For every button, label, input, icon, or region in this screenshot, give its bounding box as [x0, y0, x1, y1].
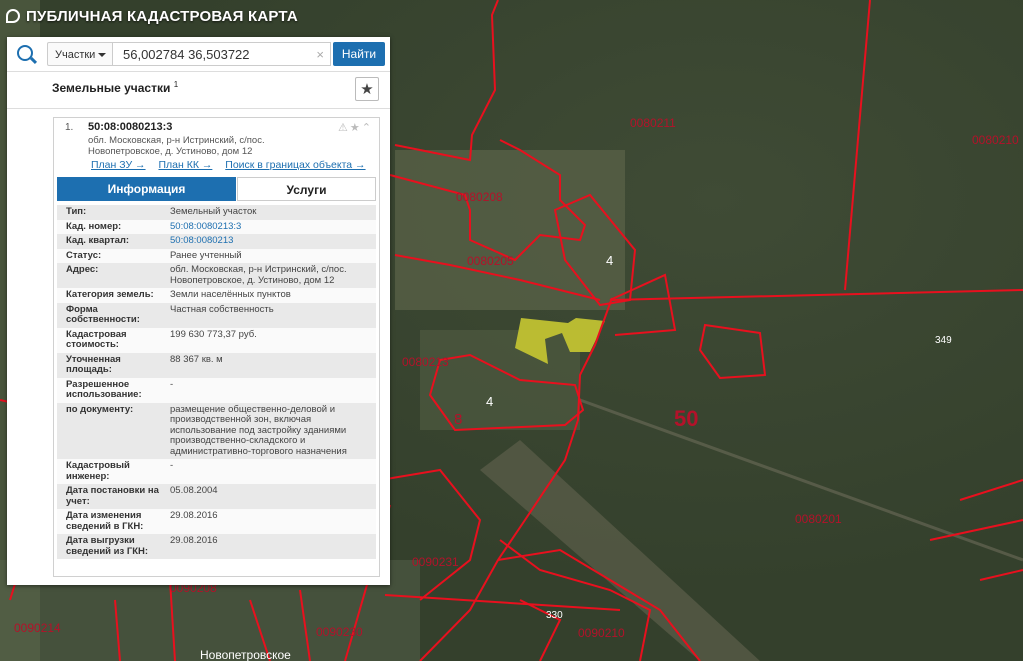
- table-row: Дата постановки на учет: 05.08.2004: [57, 484, 376, 509]
- row-value: 29.08.2016: [170, 510, 218, 521]
- app-title: ПУБЛИЧНАЯ КАДАСТРОВАЯ КАРТА: [26, 7, 298, 25]
- row-key: Дата выгрузки сведений из ГКН:: [66, 535, 149, 557]
- row-key: Кадастровый инженер:: [66, 460, 130, 482]
- card-tabs: Информация Услуги: [57, 177, 376, 203]
- search-bar: Участки 56,002784 36,503722 × Найти: [7, 37, 390, 72]
- logo-icon: [6, 9, 20, 23]
- row-value: размещение общественно-деловой и произво…: [170, 403, 347, 457]
- clear-icon[interactable]: ×: [316, 43, 324, 67]
- parcel-label: 4: [606, 253, 613, 268]
- table-row: Дата выгрузки сведений из ГКН: 29.08.2016: [57, 534, 376, 559]
- card-actions-icons[interactable]: ⚠★⌃: [338, 121, 373, 134]
- parcel-label: 349: [935, 335, 952, 346]
- row-key: Кад. номер:: [66, 220, 122, 232]
- settlement-label: Новопетровское: [200, 648, 291, 661]
- row-key: Адрес:: [66, 264, 99, 275]
- table-row: Уточненная площадь: 88 367 кв. м: [57, 352, 376, 378]
- table-row: Разрешенное использование: -: [57, 377, 376, 403]
- row-value: Земли населённых пунктов: [170, 289, 291, 300]
- plan-kk-link[interactable]: План КК →: [158, 159, 212, 171]
- search-within-link[interactable]: Поиск в границах объекта →: [225, 159, 365, 171]
- search-type-select[interactable]: Участки: [47, 42, 113, 66]
- panel-title-text: Земельные участки: [52, 81, 171, 95]
- favorite-button[interactable]: ★: [355, 77, 379, 101]
- parcel-label: 4: [486, 394, 493, 409]
- row-value: Ранее учтенный: [170, 249, 242, 261]
- table-row: Категория земель: Земли населённых пункто…: [57, 288, 376, 303]
- search-icon[interactable]: [17, 45, 33, 61]
- search-query: 56,002784 36,503722: [123, 47, 250, 62]
- table-row: Форма собственности: Частная собственност…: [57, 302, 376, 328]
- row-key: Разрешенное использование:: [66, 378, 142, 400]
- row-value[interactable]: 50:08:0080213:3: [160, 221, 370, 233]
- district-label: 8: [454, 411, 462, 428]
- quarter-label: 0080210: [972, 133, 1019, 147]
- card-links: План ЗУ → План КК → Поиск в границах объ…: [91, 159, 376, 171]
- quarter-label: 0090210: [578, 626, 625, 640]
- table-row: Кадастровая стоимость: 199 630 773,37 руб…: [57, 327, 376, 353]
- find-button[interactable]: Найти: [333, 42, 385, 66]
- parcel-label: 330: [546, 610, 563, 621]
- row-value: Частная собственность: [170, 303, 274, 315]
- table-row: Дата изменения сведений в ГКН: 29.08.2016: [57, 509, 376, 534]
- card-cad-number[interactable]: 50:08:0080213:3: [88, 121, 172, 133]
- row-value: -: [170, 460, 174, 471]
- table-row: Статус: Ранее учтенный: [57, 248, 376, 263]
- row-key: Уточненная площадь:: [66, 353, 121, 375]
- row-value: 199 630 773,37 руб.: [170, 328, 257, 340]
- quarter-label: 0080211: [630, 116, 676, 130]
- table-row: Кадастровый инженер: -: [57, 459, 376, 484]
- card-address: обл. Московская, р-н Истринский, с/пос. …: [88, 135, 265, 157]
- table-row: Кад. номер: 50:08:0080213:3: [57, 219, 376, 234]
- row-key: Кад. квартал:: [66, 235, 130, 246]
- plan-zu-link[interactable]: План ЗУ →: [91, 159, 146, 171]
- row-key: Дата постановки на учет:: [66, 485, 159, 507]
- row-key: Дата изменения сведений в ГКН:: [66, 510, 144, 532]
- row-key: по документу:: [66, 403, 134, 415]
- tab-services[interactable]: Услуги: [237, 177, 376, 201]
- quarter-label: 0080205: [467, 254, 514, 268]
- quarter-label: 0090231: [412, 555, 459, 569]
- row-value: Земельный участок: [170, 206, 257, 217]
- table-row: Кад. квартал: 50:08:0080213: [57, 234, 376, 249]
- tab-info[interactable]: Информация: [57, 177, 236, 201]
- row-value: 29.08.2016: [170, 535, 218, 546]
- region-label: 50: [674, 406, 698, 431]
- row-key: Форма собственности:: [66, 303, 140, 325]
- row-key: Категория земель:: [66, 289, 154, 300]
- row-value: обл. Московская, р-н Истринский, с/пос. …: [170, 264, 347, 286]
- row-value[interactable]: 50:08:0080213: [160, 235, 370, 247]
- row-key: Статус:: [66, 249, 102, 261]
- table-row: Тип: Земельный участок: [57, 205, 376, 220]
- table-row: по документу: размещение общественно-дело…: [57, 402, 376, 459]
- chevron-down-icon: [98, 53, 106, 57]
- row-key: Тип:: [66, 206, 87, 217]
- panel-title: Земельные участки 1: [52, 80, 178, 95]
- quarter-label: 0090214: [14, 621, 61, 635]
- table-row: Адрес: обл. Московская, р-н Истринский, с…: [57, 263, 376, 288]
- quarter-label: 0080208: [456, 190, 503, 204]
- card-index: 1.: [65, 122, 74, 133]
- search-input[interactable]: 56,002784 36,503722 ×: [113, 42, 331, 66]
- info-panel: Участки 56,002784 36,503722 × Найти Земе…: [7, 37, 390, 585]
- row-value: 88 367 кв. м: [170, 353, 223, 365]
- row-value: -: [170, 378, 174, 390]
- row-value: 05.08.2004: [170, 485, 218, 496]
- quarter-label: 0090230: [316, 625, 363, 639]
- parcel-card: 1. 50:08:0080213:3 обл. Московская, р-н …: [53, 117, 380, 577]
- app-header: ПУБЛИЧНАЯ КАДАСТРОВАЯ КАРТА: [0, 0, 298, 32]
- row-key: Кадастровая стоимость:: [66, 328, 127, 350]
- info-table: Тип: Земельный участок Кад. номер: 50:08:0…: [57, 205, 376, 559]
- quarter-label: 0080213: [402, 355, 449, 369]
- quarter-label: 0080201: [795, 512, 842, 526]
- result-count: 1: [173, 80, 179, 89]
- search-type-label: Участки: [55, 49, 96, 61]
